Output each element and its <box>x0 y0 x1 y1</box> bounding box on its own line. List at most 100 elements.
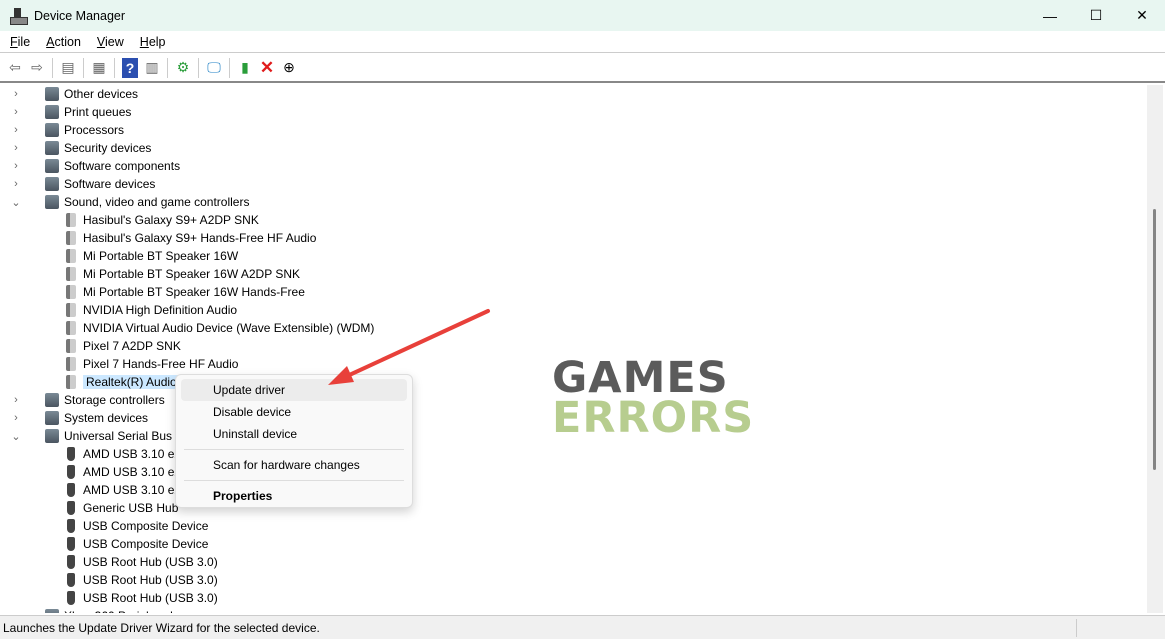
tree-device[interactable]: NVIDIA High Definition Audio <box>64 301 237 319</box>
back-icon[interactable]: ⇦ <box>4 57 26 79</box>
menu-separator <box>184 449 404 450</box>
download-icon[interactable]: ⊕ <box>278 57 300 79</box>
show-action-pane-icon[interactable]: ▥ <box>141 57 163 79</box>
status-divider <box>1076 619 1077 637</box>
tree-device[interactable]: Generic USB Hub <box>64 499 178 517</box>
tree-device[interactable]: USB Root Hub (USB 3.0) <box>64 553 218 571</box>
scrollbar-thumb[interactable] <box>1153 209 1156 470</box>
device-category-icon <box>45 87 59 101</box>
tree-device[interactable]: USB Root Hub (USB 3.0) <box>64 571 218 589</box>
menu-file[interactable]: File <box>4 35 36 49</box>
tree-device[interactable]: Mi Portable BT Speaker 16W Hands-Free <box>64 283 305 301</box>
context-menu: Update driver Disable device Uninstall d… <box>175 374 413 508</box>
toolbar-divider <box>52 57 53 78</box>
chevron-right-icon[interactable]: › <box>11 412 21 424</box>
usb-plug-icon <box>67 573 75 587</box>
tree-device[interactable]: USB Root Hub (USB 3.0) <box>64 589 218 607</box>
chevron-right-icon[interactable]: › <box>11 160 21 172</box>
tree-device[interactable]: NVIDIA Virtual Audio Device (Wave Extens… <box>64 319 374 337</box>
tree-device[interactable]: Mi Portable BT Speaker 16W <box>64 247 238 265</box>
chevron-right-icon[interactable]: › <box>11 178 21 190</box>
toolbar-divider <box>83 57 84 78</box>
vertical-scrollbar[interactable] <box>1147 85 1163 613</box>
tree-item-label: Mi Portable BT Speaker 16W Hands-Free <box>83 285 305 299</box>
tree-item-label: Pixel 7 Hands-Free HF Audio <box>83 357 239 371</box>
watermark-line2: ERRORS <box>552 393 755 443</box>
chevron-down-icon[interactable]: ⌄ <box>11 430 21 443</box>
tree-category[interactable]: › Processors <box>14 121 125 139</box>
tree-device[interactable]: Pixel 7 A2DP SNK <box>64 337 181 355</box>
tree-device[interactable]: Pixel 7 Hands-Free HF Audio <box>64 355 238 373</box>
update-driver-icon[interactable]: ⚙ <box>172 57 194 79</box>
usb-plug-icon <box>67 447 75 461</box>
add-driver-icon[interactable]: ▮ <box>234 57 256 79</box>
tree-category[interactable]: ⌄ Universal Serial Bus c <box>11 427 181 445</box>
properties-icon[interactable]: ▦ <box>88 57 110 79</box>
tree-category[interactable]: ⌄ Sound, video and game controllers <box>11 193 249 211</box>
device-category-icon <box>45 105 59 119</box>
tree-device[interactable]: AMD USB 3.10 eX <box>64 463 182 481</box>
tree-item-label: Realtek(R) Audio <box>83 375 180 389</box>
menu-item-disable-device[interactable]: Disable device <box>181 401 407 423</box>
chevron-right-icon[interactable]: › <box>11 610 21 613</box>
tree-category[interactable]: › System devices <box>14 409 148 427</box>
speaker-icon <box>66 231 76 245</box>
tree-device[interactable]: AMD USB 3.10 eX <box>64 481 182 499</box>
scan-hardware-icon[interactable]: 🖵 <box>203 57 225 79</box>
menu-item-update-driver[interactable]: Update driver <box>181 379 407 401</box>
tree-device[interactable]: USB Composite Device <box>64 517 208 535</box>
chevron-right-icon[interactable]: › <box>11 124 21 136</box>
close-button[interactable]: ✕ <box>1119 0 1165 31</box>
device-category-icon <box>45 195 59 209</box>
tree-item-label: Generic USB Hub <box>83 501 179 515</box>
tree-device[interactable]: AMD USB 3.10 eX <box>64 445 182 463</box>
tree-category[interactable]: › Software devices <box>14 175 156 193</box>
tree-item-label: Hasibul's Galaxy S9+ Hands-Free HF Audio <box>83 231 317 245</box>
tree-category[interactable]: › Storage controllers <box>14 391 165 409</box>
menu-file-label: ile <box>17 34 31 49</box>
chevron-right-icon[interactable]: › <box>11 394 21 406</box>
tree-category[interactable]: › Software components <box>14 157 180 175</box>
tree-category[interactable]: › Other devices <box>14 85 138 103</box>
menu-item-uninstall-device[interactable]: Uninstall device <box>181 423 407 445</box>
status-text: Launches the Update Driver Wizard for th… <box>3 620 320 635</box>
tree-device[interactable]: USB Composite Device <box>64 535 208 553</box>
menu-view[interactable]: View <box>91 35 130 49</box>
device-category-icon <box>45 177 59 191</box>
tree-device[interactable]: Hasibul's Galaxy S9+ A2DP SNK <box>64 211 259 229</box>
speaker-icon <box>66 285 76 299</box>
tree-item-label: Processors <box>64 123 125 137</box>
usb-plug-icon <box>67 591 75 605</box>
tree-item-label: Security devices <box>64 141 152 155</box>
device-tree[interactable]: › Other devices › Print queues › Processors › S… <box>2 85 1147 613</box>
tree-category[interactable]: › Security devices <box>14 139 152 157</box>
help-icon[interactable]: ? <box>122 57 138 78</box>
uninstall-icon[interactable]: ✕ <box>256 57 278 79</box>
tree-item-label: Software devices <box>64 177 156 191</box>
speaker-icon <box>66 339 76 353</box>
tree-item-label: NVIDIA Virtual Audio Device (Wave Extens… <box>83 321 375 335</box>
toolbar-divider <box>229 57 230 78</box>
menu-help[interactable]: Help <box>134 35 172 49</box>
chevron-right-icon[interactable]: › <box>11 142 21 154</box>
maximize-button[interactable]: ☐ <box>1073 0 1119 31</box>
menu-item-properties[interactable]: Properties <box>181 485 407 507</box>
tree-category[interactable]: › Xbox 360 Peripherals <box>14 607 179 613</box>
show-hide-console-tree-icon[interactable]: ▤ <box>57 57 79 79</box>
tree-device[interactable]: Hasibul's Galaxy S9+ Hands-Free HF Audio <box>64 229 316 247</box>
chevron-right-icon[interactable]: › <box>11 106 21 118</box>
minimize-button[interactable]: — <box>1027 0 1073 31</box>
forward-icon[interactable]: ⇨ <box>26 57 48 79</box>
chevron-right-icon[interactable]: › <box>11 88 21 100</box>
menu-action-key: A <box>46 34 55 49</box>
usb-plug-icon <box>67 483 75 497</box>
chevron-down-icon[interactable]: ⌄ <box>11 196 21 209</box>
menu-action[interactable]: Action <box>40 35 87 49</box>
tree-device[interactable]: Mi Portable BT Speaker 16W A2DP SNK <box>64 265 300 283</box>
menu-item-scan-hardware[interactable]: Scan for hardware changes <box>181 454 407 476</box>
device-category-icon <box>45 429 59 443</box>
tree-item-label: USB Root Hub (USB 3.0) <box>83 555 218 569</box>
tree-device[interactable]: Realtek(R) Audio <box>64 373 180 391</box>
speaker-icon <box>66 249 76 263</box>
tree-category[interactable]: › Print queues <box>14 103 131 121</box>
